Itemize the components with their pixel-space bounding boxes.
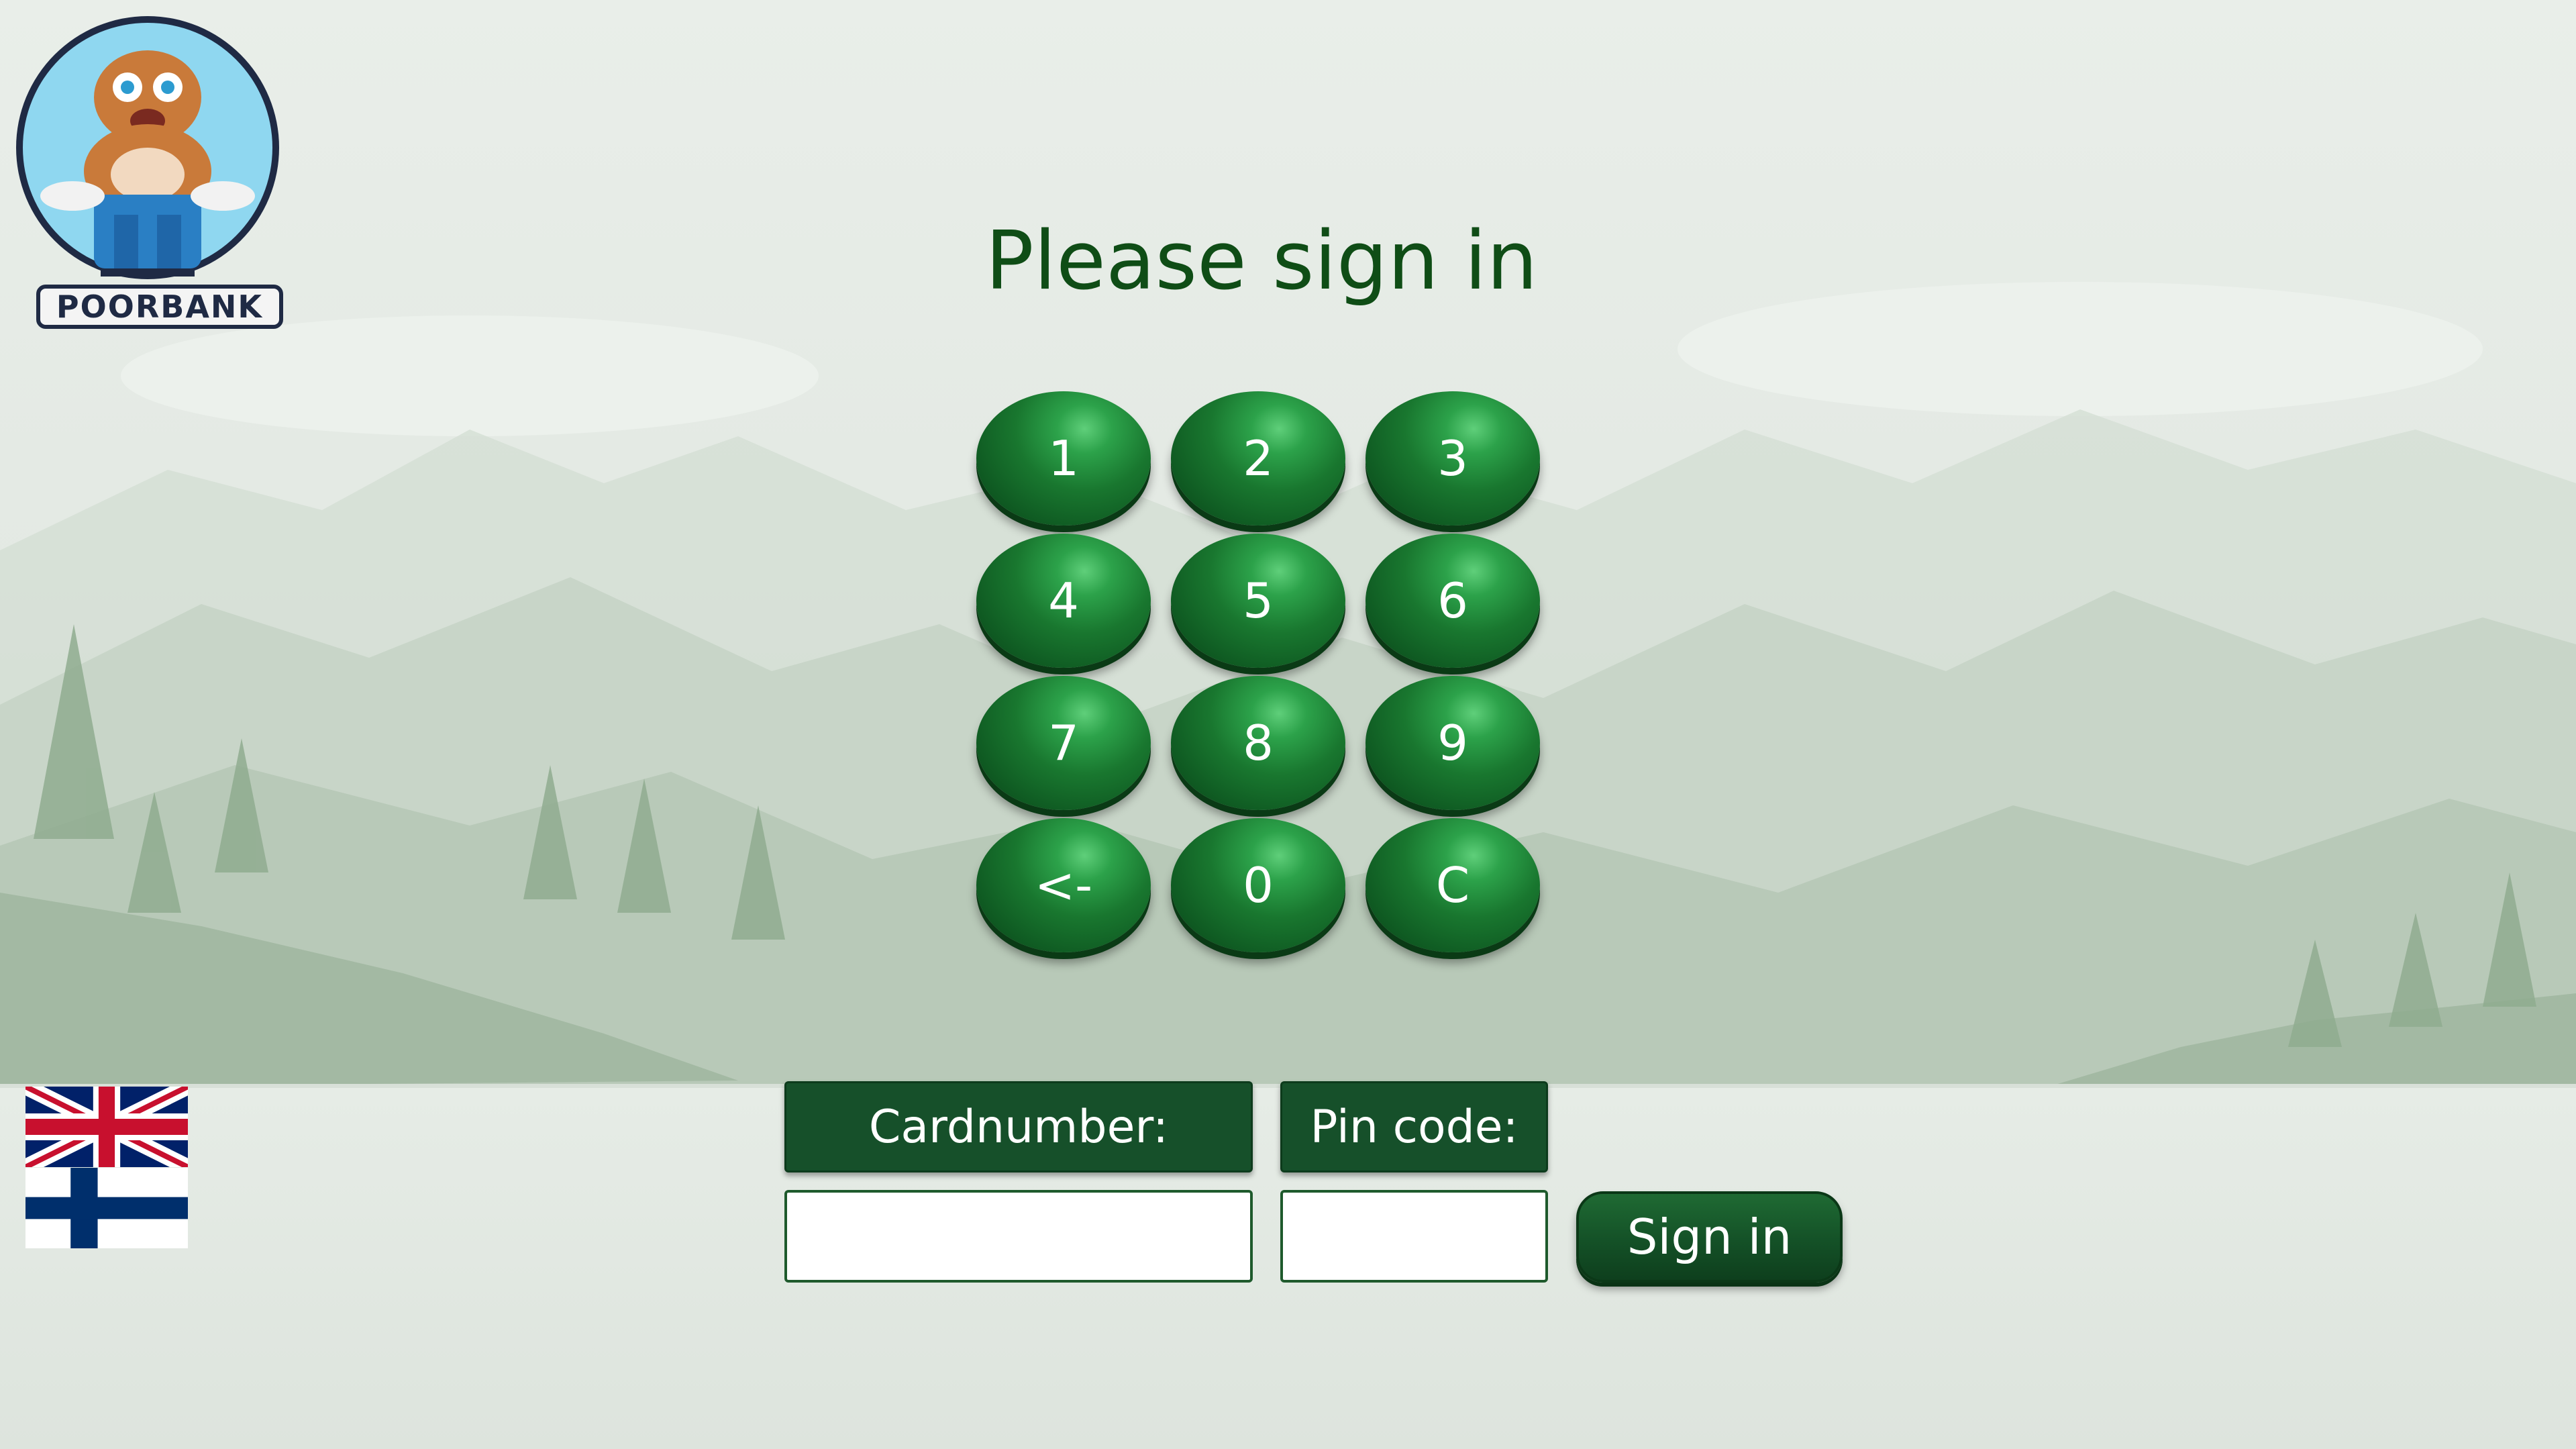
key-8[interactable]: 8 [1171,676,1345,810]
key-clear[interactable]: C [1366,818,1540,952]
key-3[interactable]: 3 [1366,391,1540,526]
key-9[interactable]: 9 [1366,676,1540,810]
pin-keypad: 1 2 3 4 5 6 7 8 9 <- 0 C [976,391,1540,955]
pincode-input[interactable] [1280,1190,1548,1283]
key-7[interactable]: 7 [976,676,1151,810]
key-0[interactable]: 0 [1171,818,1345,952]
key-5[interactable]: 5 [1171,534,1345,668]
key-6[interactable]: 6 [1366,534,1540,668]
finland-flag-icon[interactable] [25,1168,188,1248]
logo-wordmark: POORBANK [36,285,283,329]
cardnumber-input[interactable] [784,1190,1253,1283]
pincode-label: Pin code: [1280,1081,1548,1172]
key-2[interactable]: 2 [1171,391,1345,526]
poorbank-logo: POORBANK [13,13,283,329]
key-backspace[interactable]: <- [976,818,1151,952]
cardnumber-label: Cardnumber: [784,1081,1253,1172]
login-screen: POORBANK Please sign in 1 2 3 4 5 6 7 8 … [0,0,2576,1449]
key-1[interactable]: 1 [976,391,1151,526]
key-4[interactable]: 4 [976,534,1151,668]
sign-in-button[interactable]: Sign in [1576,1191,1843,1283]
uk-flag-icon[interactable] [25,1087,188,1167]
mascot-logo-icon [16,16,279,279]
page-title: Please sign in [985,215,1538,308]
